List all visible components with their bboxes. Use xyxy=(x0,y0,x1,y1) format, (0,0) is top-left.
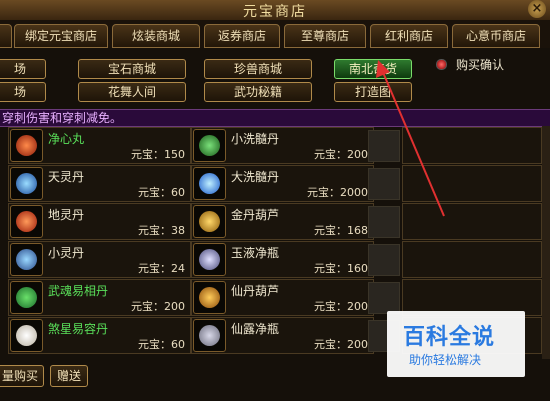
window-title: 元宝商店 xyxy=(243,4,307,20)
category-gem-mall[interactable]: 宝石商城 xyxy=(78,59,186,79)
title-bar: 元宝商店 × xyxy=(0,0,550,21)
empty-item-cell xyxy=(402,127,542,164)
tab-fashion-mall[interactable]: 炫装商城 xyxy=(112,24,200,48)
silver-vase-icon[interactable] xyxy=(193,319,226,352)
category-button-partial-1[interactable]: 场 xyxy=(0,59,46,79)
item-price: 元宝：160 xyxy=(314,262,368,275)
item-price: 元宝：200 xyxy=(131,300,185,313)
blue-pill-graphic xyxy=(16,173,37,194)
category-flower-dance[interactable]: 花舞人间 xyxy=(78,82,186,102)
category-pet-mall[interactable]: 珍兽商城 xyxy=(204,59,312,79)
item-description-bar: 穿刺伤害和穿刺减免。 xyxy=(0,109,550,127)
item-price: 元宝：168 xyxy=(314,224,368,237)
item-price: 元宝：200 xyxy=(314,300,368,313)
item-price: 元宝：200 xyxy=(314,148,368,161)
item-price: 元宝：38 xyxy=(138,224,185,237)
list-scrollbar[interactable] xyxy=(542,126,550,359)
gift-button[interactable]: 赠送 xyxy=(50,365,88,387)
item-name: 仙露净瓶 xyxy=(231,322,280,336)
gourd-graphic xyxy=(199,287,220,308)
item-price: 元宝：2000 xyxy=(307,186,368,199)
tab-voucher-shop[interactable]: 返券商店 xyxy=(204,24,280,48)
blue-orb-graphic xyxy=(199,173,220,194)
green-chest-icon[interactable] xyxy=(193,129,226,162)
item-name: 地灵丹 xyxy=(48,208,85,222)
tab-bound-yuanbao-shop[interactable]: 绑定元宝商店 xyxy=(14,24,108,48)
gold-gourd-graphic xyxy=(199,211,220,232)
empty-slot[interactable] xyxy=(368,130,400,162)
pearl-graphic xyxy=(16,325,37,346)
watermark-subtitle: 助你轻松解决 xyxy=(409,353,482,367)
jade-vase-graphic xyxy=(199,249,220,270)
blue-pill-icon[interactable] xyxy=(10,167,43,200)
red-crystal-graphic xyxy=(16,135,37,156)
tab-supreme-shop[interactable]: 至尊商店 xyxy=(284,24,366,48)
purchase-confirm-radio[interactable] xyxy=(436,59,447,70)
gold-gourd-icon[interactable] xyxy=(193,205,226,238)
empty-item-cell xyxy=(402,165,542,202)
table-row: 净心丸元宝：150 小洗髓丹元宝：200 xyxy=(0,126,550,164)
tab-strip: 绑定元宝商店 炫装商城 返券商店 至尊商店 红利商店 心意币商店 xyxy=(0,20,550,48)
tab-bonus-shop[interactable]: 红利商店 xyxy=(370,24,448,48)
purchase-confirm-label: 购买确认 xyxy=(456,58,505,72)
red-pill-icon[interactable] xyxy=(10,205,43,238)
pearl-icon[interactable] xyxy=(10,319,43,352)
category-crafting-blueprint[interactable]: 打造图 xyxy=(334,82,412,102)
red-crystal-icon[interactable] xyxy=(10,129,43,162)
watermark: 百科全说 助你轻松解决 xyxy=(387,311,525,377)
item-name: 大洗髓丹 xyxy=(231,170,280,184)
tab-partial[interactable] xyxy=(0,24,12,48)
item-name: 小洗髓丹 xyxy=(231,132,280,146)
item-name: 天灵丹 xyxy=(48,170,85,184)
item-name: 金丹葫芦 xyxy=(231,208,280,222)
blue-small-pill-icon[interactable] xyxy=(10,243,43,276)
empty-slot[interactable] xyxy=(368,244,400,276)
category-button-partial-2[interactable]: 场 xyxy=(0,82,46,102)
item-name: 玉液净瓶 xyxy=(231,246,280,260)
item-price: 元宝：200 xyxy=(314,338,368,351)
table-row: 地灵丹元宝：38 金丹葫芦元宝：168 xyxy=(0,202,550,240)
red-pill-graphic xyxy=(16,211,37,232)
blue-small-pill-graphic xyxy=(16,249,37,270)
bulk-buy-button[interactable]: 量购买 xyxy=(0,365,44,387)
silver-vase-graphic xyxy=(199,325,220,346)
item-name: 武魂易相丹 xyxy=(48,284,109,298)
category-nanbei-goods[interactable]: 南北奇货 xyxy=(334,59,412,79)
watermark-title: 百科全说 xyxy=(403,325,496,350)
item-price: 元宝：24 xyxy=(138,262,185,275)
table-row: 天灵丹元宝：60 大洗髓丹元宝：2000 xyxy=(0,164,550,202)
item-name: 净心丸 xyxy=(48,132,85,146)
empty-slot[interactable] xyxy=(368,168,400,200)
category-martial-manual[interactable]: 武功秘籍 xyxy=(204,82,312,102)
item-description-text: 穿刺伤害和穿刺减免。 xyxy=(2,111,123,125)
item-price: 元宝：60 xyxy=(138,186,185,199)
item-price: 元宝：150 xyxy=(131,148,185,161)
jade-vase-icon[interactable] xyxy=(193,243,226,276)
green-chest-graphic xyxy=(199,135,220,156)
item-name: 煞星易容丹 xyxy=(48,322,109,336)
empty-item-cell xyxy=(402,241,542,278)
close-button[interactable]: × xyxy=(528,0,546,18)
gourd-icon[interactable] xyxy=(193,281,226,314)
empty-item-cell xyxy=(402,203,542,240)
item-name: 小灵丹 xyxy=(48,246,85,260)
item-name: 仙丹葫芦 xyxy=(231,284,280,298)
empty-slot[interactable] xyxy=(368,206,400,238)
tab-xinyi-coin-shop[interactable]: 心意币商店 xyxy=(452,24,540,48)
item-price: 元宝：60 xyxy=(138,338,185,351)
table-row: 小灵丹元宝：24 玉液净瓶元宝：160 xyxy=(0,240,550,278)
empty-slot[interactable] xyxy=(368,282,400,314)
blue-orb-icon[interactable] xyxy=(193,167,226,200)
green-flask-icon[interactable] xyxy=(10,281,43,314)
green-flask-graphic xyxy=(16,287,37,308)
